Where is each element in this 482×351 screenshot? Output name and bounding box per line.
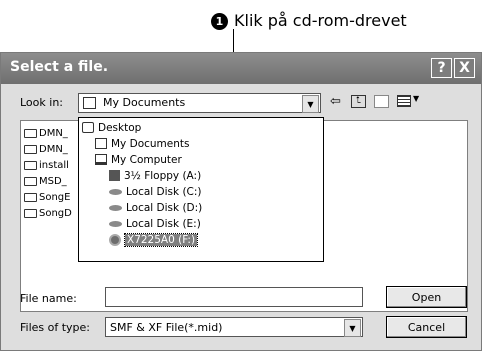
back-icon[interactable]: ⇦ xyxy=(330,94,341,109)
dropdown-item-cdrom-f[interactable]: X7225A0 (F:) xyxy=(109,232,199,247)
disk-icon xyxy=(109,220,122,227)
folder-name: MSD_ xyxy=(39,175,67,187)
list-item[interactable]: MSD_ xyxy=(24,174,67,188)
files-of-type-combobox[interactable]: SMF & XF File(*.mid) ▼ xyxy=(105,317,363,337)
open-button[interactable]: Open xyxy=(386,286,467,308)
dropdown-item-label-selected: X7225A0 (F:) xyxy=(123,232,199,247)
dropdown-item-label: 3½ Floppy (A:) xyxy=(124,169,202,182)
file-name-input[interactable] xyxy=(105,287,363,307)
dropdown-item-label: My Computer xyxy=(111,153,182,166)
look-in-combobox[interactable]: My Documents ▼ xyxy=(78,93,321,113)
folder-icon xyxy=(24,128,37,138)
dropdown-item-desktop[interactable]: Desktop xyxy=(82,120,141,135)
folder-icon xyxy=(24,208,37,218)
dropdown-item-label: Local Disk (E:) xyxy=(126,217,201,230)
dropdown-item-label: Local Disk (D:) xyxy=(126,201,203,214)
disk-icon xyxy=(109,204,122,211)
desktop-icon xyxy=(82,122,94,133)
dropdown-item-label: Local Disk (C:) xyxy=(126,185,202,198)
list-item[interactable]: install xyxy=(24,158,69,172)
dialog-title: Select a file. xyxy=(10,59,109,75)
list-item[interactable]: DMN_ xyxy=(24,126,68,140)
dropdown-item-disk-c[interactable]: Local Disk (C:) xyxy=(109,184,202,199)
cdrom-icon xyxy=(109,233,121,246)
dropdown-item-label: My Documents xyxy=(111,137,190,150)
look-in-dropdown-list[interactable]: Desktop My Documents My Computer 3½ Flop… xyxy=(78,117,324,262)
dropdown-item-disk-e[interactable]: Local Disk (E:) xyxy=(109,216,201,231)
chevron-down-icon[interactable]: ▼ xyxy=(302,95,319,113)
disk-icon xyxy=(109,188,122,195)
up-folder-icon[interactable]: ⮤ xyxy=(351,95,366,108)
folder-icon xyxy=(24,160,37,170)
folder-name: DMN_ xyxy=(39,127,68,139)
new-folder-icon[interactable] xyxy=(374,95,389,108)
files-of-type-label: Files of type: xyxy=(20,321,91,334)
floppy-icon xyxy=(109,170,120,181)
folder-name: install xyxy=(39,159,69,171)
documents-icon xyxy=(83,97,96,109)
dropdown-item-floppy[interactable]: 3½ Floppy (A:) xyxy=(109,168,201,183)
callout-text: Klik på cd-rom-drevet xyxy=(234,11,407,30)
dropdown-item-disk-d[interactable]: Local Disk (D:) xyxy=(109,200,202,215)
callout-number-badge: 1 xyxy=(211,13,228,30)
view-menu-icon[interactable]: ▼ xyxy=(397,94,423,109)
folder-icon xyxy=(24,144,37,154)
list-item[interactable]: DMN_ xyxy=(24,142,68,156)
list-item[interactable]: SongD xyxy=(24,206,72,220)
folder-name: SongE xyxy=(39,191,71,203)
help-button[interactable]: ? xyxy=(431,58,452,78)
files-of-type-value: SMF & XF File(*.mid) xyxy=(110,321,223,334)
look-in-value: My Documents xyxy=(103,96,186,109)
close-button[interactable]: X xyxy=(454,58,475,78)
documents-icon xyxy=(95,138,107,149)
folder-icon xyxy=(24,176,37,186)
folder-name: SongD xyxy=(39,207,72,219)
file-dialog: Select a file. ? X Look in: My Documents… xyxy=(0,52,482,351)
dropdown-item-my-computer[interactable]: My Computer xyxy=(95,152,182,167)
computer-icon xyxy=(95,154,107,165)
folder-name: DMN_ xyxy=(39,143,68,155)
cancel-button[interactable]: Cancel xyxy=(386,316,467,338)
folder-icon xyxy=(24,192,37,202)
chevron-down-icon[interactable]: ▼ xyxy=(344,319,361,337)
dropdown-item-my-documents[interactable]: My Documents xyxy=(95,136,189,151)
look-in-label: Look in: xyxy=(20,96,63,109)
list-item[interactable]: SongE xyxy=(24,190,70,204)
title-bar: Select a file. ? X xyxy=(1,53,481,84)
dropdown-item-label: Desktop xyxy=(98,121,142,134)
file-name-label: File name: xyxy=(20,292,77,305)
